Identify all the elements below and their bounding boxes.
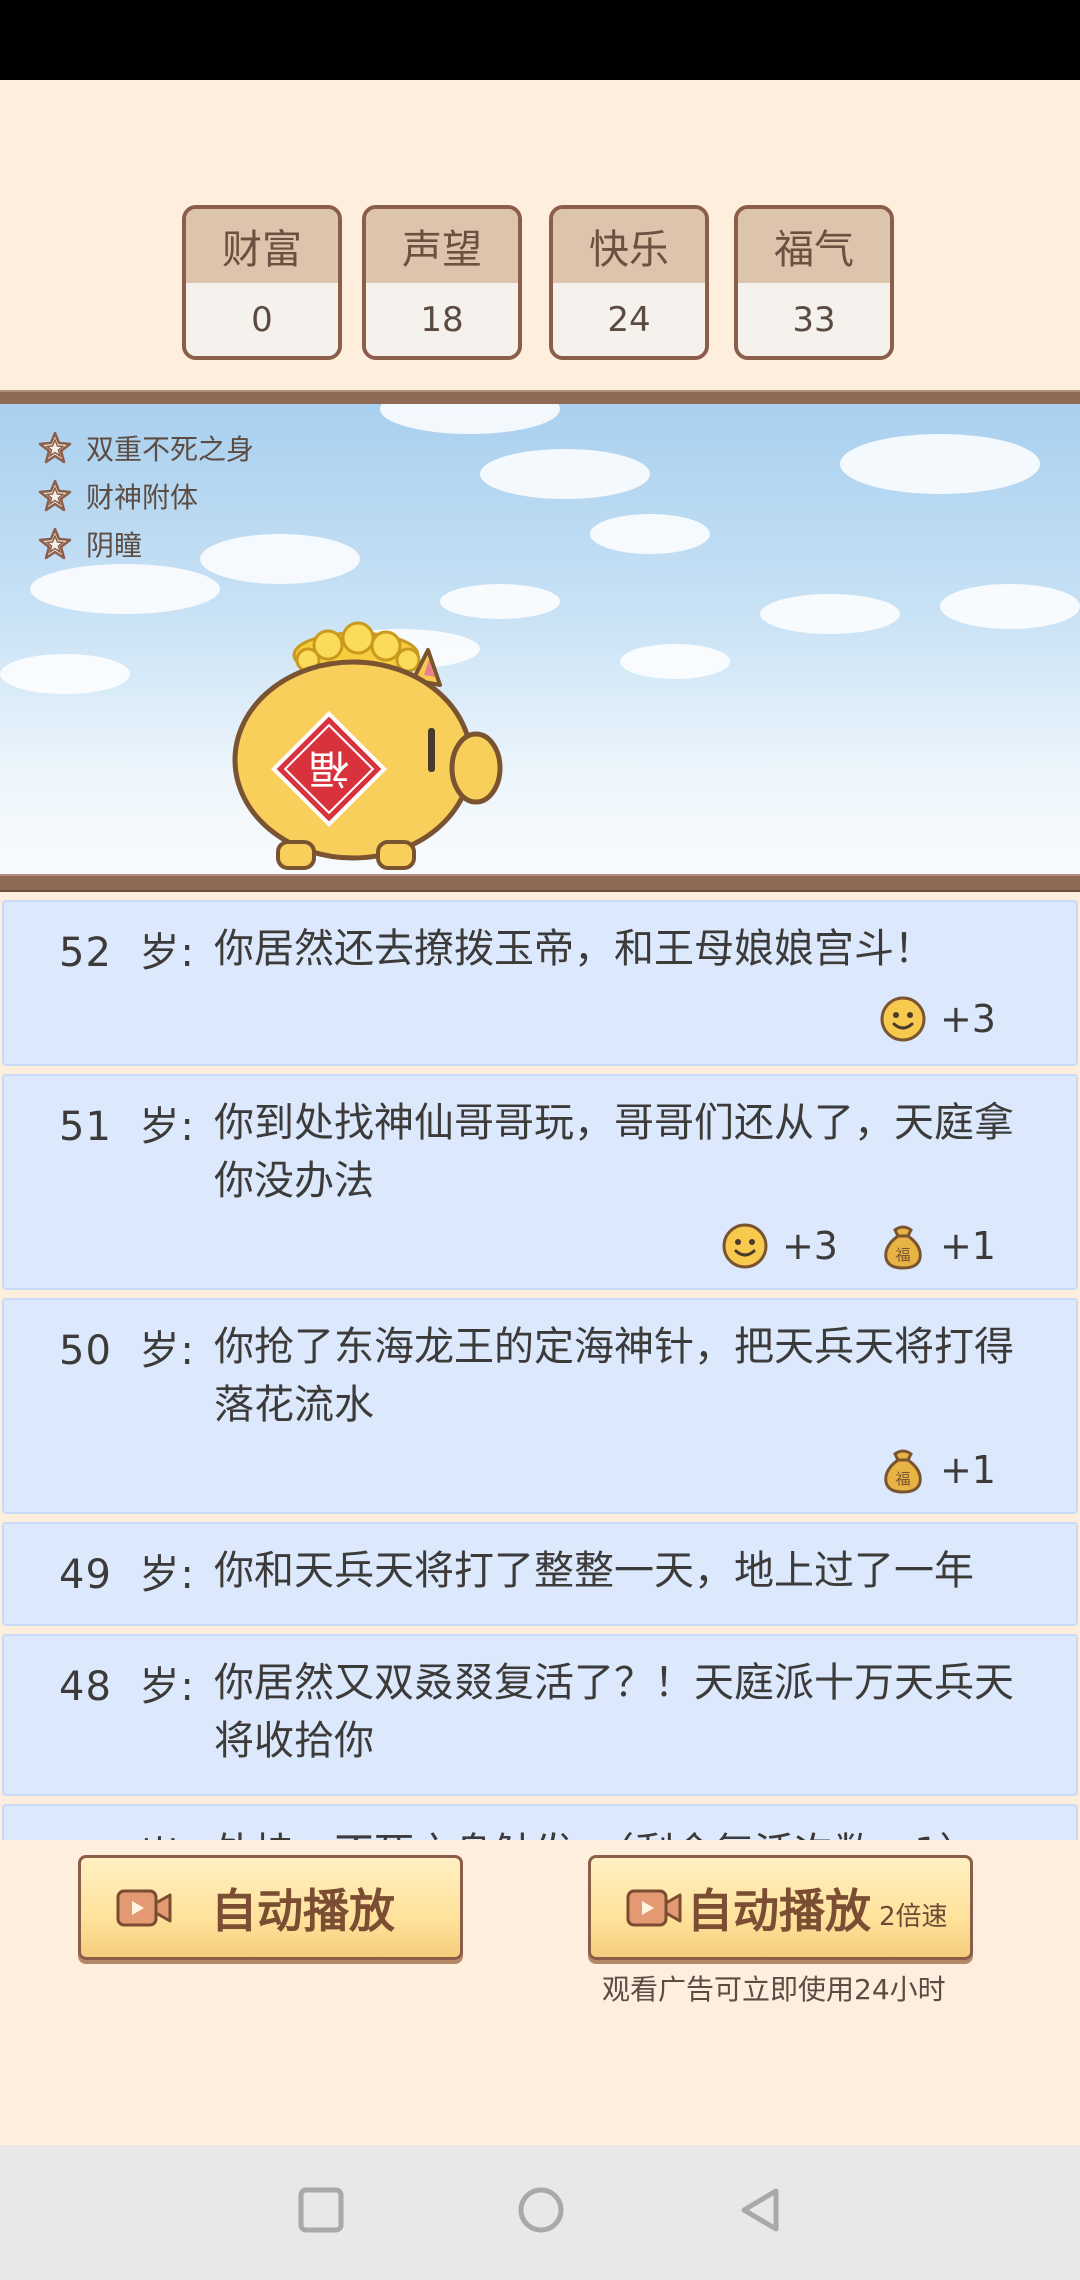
event-text: 你居然还去撩拨玉帝，和王母娘娘宫斗！ (214, 926, 934, 972)
ad-note: 观看广告可立即使用24小时 (602, 1973, 946, 2006)
event-age: 52 岁: (59, 930, 195, 976)
recent-apps-icon[interactable] (296, 2185, 346, 2235)
event-effects: +3 (854, 996, 996, 1042)
pig-character: 福 (232, 621, 503, 870)
back-icon[interactable] (736, 2185, 786, 2235)
autoplay-button[interactable]: 自动播放 (78, 1855, 463, 1960)
fu-badge-text: 福 (309, 745, 349, 791)
autoplay-2x-label: 自动播放 (687, 1883, 871, 1938)
event-effects: 福 +1 (854, 1446, 996, 1494)
stat-label: 财富 (186, 209, 338, 283)
star-icon (38, 431, 72, 464)
lucky-bag-icon: 福 (884, 1225, 922, 1270)
event-text: 你到处找神仙哥哥玩，哥哥们还从了，天庭拿你没办法 (214, 1100, 1014, 1204)
event-age: 48 岁: (59, 1664, 195, 1710)
status-bar (0, 0, 1080, 80)
sky-scene (0, 404, 1080, 874)
stat-label: 声望 (366, 209, 518, 283)
event-card: 49 岁: 你和天兵天将打了整整一天，地上过了一年 (2, 1522, 1078, 1626)
stats-area (0, 80, 1080, 390)
effect-happiness: +3 (722, 1223, 838, 1269)
event-text: 外挂：不死之身触发，（剩余复活次数：1） (214, 1824, 1024, 1840)
stat-happiness: 快乐 24 (549, 205, 709, 360)
stat-value: 24 (553, 283, 705, 356)
event-card: 47 岁: 外挂：不死之身触发，（剩余复活次数：1） (2, 1804, 1078, 1840)
trait-item: 双重不死之身 (38, 428, 254, 468)
home-icon[interactable] (516, 2185, 566, 2235)
stat-value: 33 (738, 283, 890, 356)
smile-icon (880, 996, 926, 1042)
smile-icon (722, 1223, 768, 1269)
star-icon (38, 527, 72, 560)
trait-label: 阴瞳 (86, 529, 143, 562)
stat-reputation: 声望 18 (362, 205, 522, 360)
event-age: 47 岁: (59, 1824, 195, 1840)
stat-label: 快乐 (553, 209, 705, 283)
event-age: 49 岁: (59, 1552, 195, 1598)
video-icon (626, 1889, 682, 1926)
effect-fortune: 福 +1 (880, 1446, 996, 1494)
autoplay-2x-button[interactable]: 自动播放 2倍速 (588, 1855, 973, 1960)
trait-item: 财神附体 (38, 476, 198, 516)
event-text: 你居然又双叒叕复活了？！天庭派十万天兵天将收拾你 (214, 1660, 1014, 1764)
life-event-list[interactable]: 52 岁: 你居然还去撩拨玉帝，和王母娘娘宫斗！ +3 51 岁: 你到处找神仙… (0, 900, 1080, 1840)
event-age: 51 岁: (59, 1104, 195, 1150)
event-text: 你和天兵天将打了整整一天，地上过了一年 (214, 1548, 974, 1594)
autoplay-label: 自动播放 (211, 1883, 395, 1938)
event-card: 51 岁: 你到处找神仙哥哥玩，哥哥们还从了，天庭拿你没办法 +3 福 +1 (2, 1074, 1078, 1290)
event-card: 50 岁: 你抢了东海龙王的定海神针，把天兵天将打得落花流水 福 +1 (2, 1298, 1078, 1514)
stat-wealth: 财富 0 (182, 205, 342, 360)
stat-value: 18 (366, 283, 518, 356)
event-card: 48 岁: 你居然又双叒叕复活了？！天庭派十万天兵天将收拾你 (2, 1634, 1078, 1796)
event-card: 52 岁: 你居然还去撩拨玉帝，和王母娘娘宫斗！ +3 (2, 900, 1078, 1066)
stat-value: 0 (186, 283, 338, 356)
event-age: 50 岁: (59, 1328, 195, 1374)
star-icon (38, 479, 72, 512)
video-icon (116, 1889, 172, 1926)
stat-fortune: 福气 33 (734, 205, 894, 360)
svg-text:福: 福 (895, 1246, 910, 1264)
trait-label: 双重不死之身 (86, 433, 255, 466)
trait-label: 财神附体 (86, 481, 199, 514)
trait-item: 阴瞳 (38, 524, 142, 564)
effect-happiness: +3 (880, 996, 996, 1042)
bottom-plank (0, 874, 1080, 892)
stat-label: 福气 (738, 209, 890, 283)
svg-text:福: 福 (895, 1470, 910, 1488)
event-effects: +3 福 +1 (696, 1222, 996, 1270)
effect-fortune: 福 +1 (880, 1222, 996, 1270)
event-text: 你抢了东海龙王的定海神针，把天兵天将打得落花流水 (214, 1324, 1014, 1428)
speed-badge: 2倍速 (879, 1902, 948, 1932)
lucky-bag-icon: 福 (884, 1449, 922, 1494)
